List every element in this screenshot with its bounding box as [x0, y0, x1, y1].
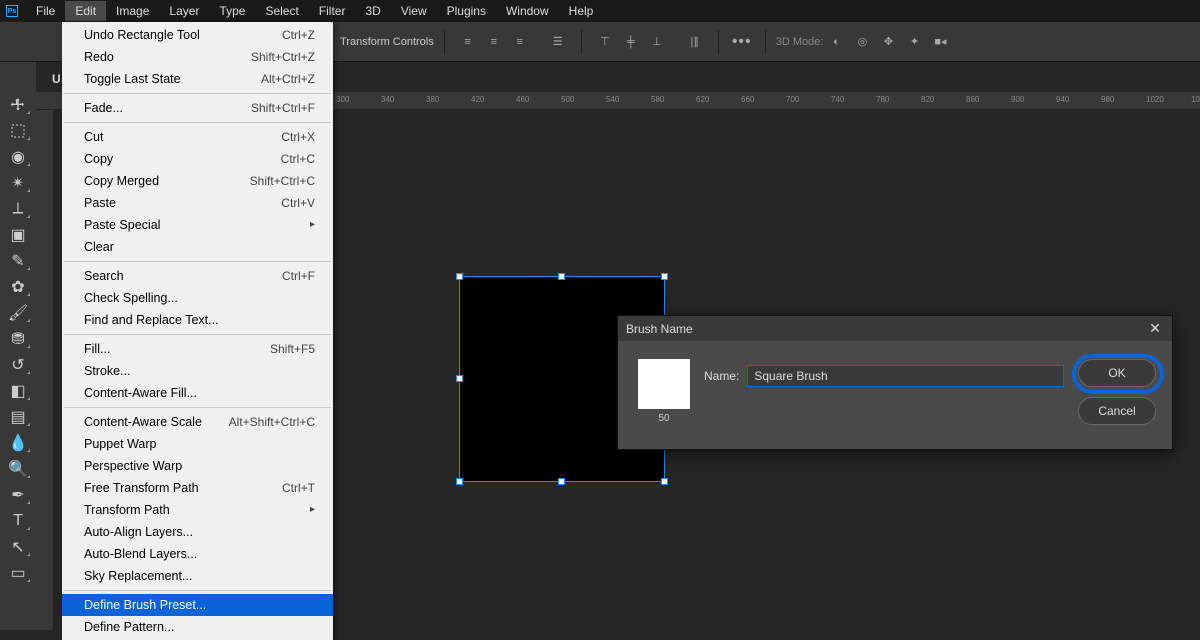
tool-eyedrop[interactable]: ✎ [4, 250, 32, 272]
menu-file[interactable]: File [26, 1, 65, 21]
tool-heal[interactable]: ✿ [4, 276, 32, 298]
menu-item-clear[interactable]: Clear [62, 236, 333, 258]
cancel-button-label: Cancel [1098, 404, 1135, 418]
menu-image[interactable]: Image [106, 1, 159, 21]
menu-select[interactable]: Select [255, 1, 308, 21]
brush-name-dialog: Brush Name ✕ 50 Name: OK Cancel [617, 315, 1173, 450]
menu-item-stroke[interactable]: Stroke... [62, 360, 333, 382]
menu-item-paste-special[interactable]: Paste Special [62, 214, 333, 236]
tool-rect[interactable]: ▭ [4, 562, 32, 584]
menu-item-define-brush-preset[interactable]: Define Brush Preset... [62, 594, 333, 616]
handle-bot-mid[interactable] [558, 478, 565, 485]
menu-item-copy-merged[interactable]: Copy MergedShift+Ctrl+C [62, 170, 333, 192]
tool-crop[interactable]: ⟂ [4, 198, 32, 220]
cancel-button[interactable]: Cancel [1078, 397, 1156, 425]
align-center-h-icon[interactable]: ≡ [483, 31, 505, 53]
tool-path[interactable]: ↖ [4, 536, 32, 558]
align-right-icon[interactable]: ≡ [509, 31, 531, 53]
align-bottom-icon[interactable]: ⊥ [646, 31, 668, 53]
menu-item-toggle-last-state[interactable]: Toggle Last StateAlt+Ctrl+Z [62, 68, 333, 90]
menu-item-content-aware-scale[interactable]: Content-Aware ScaleAlt+Shift+Ctrl+C [62, 411, 333, 433]
tool-lasso[interactable]: ◉ [4, 146, 32, 168]
menu-item-find-and-replace-text[interactable]: Find and Replace Text... [62, 309, 333, 331]
tool-marquee[interactable] [4, 120, 32, 142]
tool-dodge[interactable]: 🔍 [4, 458, 32, 480]
document-tab-initial[interactable]: U [52, 72, 61, 86]
3d-orbit-icon[interactable]: ◐ [825, 31, 847, 53]
tool-move[interactable] [4, 94, 32, 116]
3d-mode-label: 3D Mode: [776, 36, 824, 48]
handle-top-mid[interactable] [558, 273, 565, 280]
tool-gradient[interactable]: ▤ [4, 406, 32, 428]
3d-pan-icon[interactable]: ✥ [877, 31, 899, 53]
tool-wand[interactable]: ✴ [4, 172, 32, 194]
edit-dropdown: Undo Rectangle ToolCtrl+ZRedoShift+Ctrl+… [62, 22, 333, 640]
align-just-icon[interactable]: ☰ [547, 31, 569, 53]
menu-item-free-transform-path[interactable]: Free Transform PathCtrl+T [62, 477, 333, 499]
menu-item-fade[interactable]: Fade...Shift+Ctrl+F [62, 97, 333, 119]
align-left-icon[interactable]: ≡ [457, 31, 479, 53]
tool-eraser[interactable]: ◧ [4, 380, 32, 402]
handle-mid-left[interactable] [456, 375, 463, 382]
transform-controls-label: Transform Controls [340, 36, 434, 48]
close-icon[interactable]: ✕ [1146, 320, 1164, 337]
menu-item-content-aware-fill[interactable]: Content-Aware Fill... [62, 382, 333, 404]
menu-item-sky-replacement[interactable]: Sky Replacement... [62, 565, 333, 587]
distribute-icon[interactable]: |∥ [684, 31, 706, 53]
brush-swatch [638, 359, 690, 409]
menu-item-paste[interactable]: PasteCtrl+V [62, 192, 333, 214]
tool-frame[interactable]: ▣ [4, 224, 32, 246]
toolbar: ◉ ✴ ⟂ ▣ ✎ ✿ 🖌 ⛃ ↺ ◧ ▤ 💧 🔍 ✒ T ↖ ▭ [0, 62, 36, 630]
3d-roll-icon[interactable]: ◎ [851, 31, 873, 53]
menubar: Ps File Edit Image Layer Type Select Fil… [0, 0, 1200, 22]
menu-item-cut[interactable]: CutCtrl+X [62, 126, 333, 148]
brush-name-input[interactable] [747, 365, 1064, 387]
menu-item-define-pattern[interactable]: Define Pattern... [62, 616, 333, 638]
menu-filter[interactable]: Filter [309, 1, 356, 21]
menu-edit[interactable]: Edit [65, 1, 106, 21]
brush-size-label: 50 [638, 413, 690, 424]
tool-brush[interactable]: 🖌 [4, 302, 32, 324]
handle-bot-left[interactable] [456, 478, 463, 485]
menu-3d[interactable]: 3D [355, 1, 390, 21]
menu-item-puppet-warp[interactable]: Puppet Warp [62, 433, 333, 455]
3d-slide-icon[interactable]: ✦ [903, 31, 925, 53]
menu-item-copy[interactable]: CopyCtrl+C [62, 148, 333, 170]
menu-view[interactable]: View [391, 1, 437, 21]
tool-type[interactable]: T [4, 510, 32, 532]
tool-blur[interactable]: 💧 [4, 432, 32, 454]
menu-item-redo[interactable]: RedoShift+Ctrl+Z [62, 46, 333, 68]
app-logo: Ps [6, 5, 18, 17]
name-label: Name: [704, 369, 739, 383]
handle-top-right[interactable] [661, 273, 668, 280]
ok-button-label: OK [1108, 366, 1125, 380]
align-top-icon[interactable]: ⊤ [594, 31, 616, 53]
menu-layer[interactable]: Layer [159, 1, 209, 21]
align-middle-icon[interactable]: ╪ [620, 31, 642, 53]
menu-item-undo-rectangle-tool[interactable]: Undo Rectangle ToolCtrl+Z [62, 24, 333, 46]
menu-help[interactable]: Help [559, 1, 604, 21]
menu-item-perspective-warp[interactable]: Perspective Warp [62, 455, 333, 477]
dialog-titlebar[interactable]: Brush Name ✕ [618, 316, 1172, 341]
menu-type[interactable]: Type [209, 1, 255, 21]
tool-stamp[interactable]: ⛃ [4, 328, 32, 350]
tool-pen[interactable]: ✒ [4, 484, 32, 506]
menu-plugins[interactable]: Plugins [437, 1, 496, 21]
handle-bot-right[interactable] [661, 478, 668, 485]
menu-item-transform-path[interactable]: Transform Path [62, 499, 333, 521]
ok-button[interactable]: OK [1078, 359, 1156, 387]
dialog-title: Brush Name [626, 322, 1146, 336]
menu-window[interactable]: Window [496, 1, 559, 21]
menu-item-check-spelling[interactable]: Check Spelling... [62, 287, 333, 309]
tool-history[interactable]: ↺ [4, 354, 32, 376]
menu-item-search[interactable]: SearchCtrl+F [62, 265, 333, 287]
more-options-icon[interactable]: ••• [731, 31, 753, 53]
menu-item-auto-align-layers[interactable]: Auto-Align Layers... [62, 521, 333, 543]
brush-preview: 50 [638, 359, 690, 424]
menu-item-auto-blend-layers[interactable]: Auto-Blend Layers... [62, 543, 333, 565]
handle-top-left[interactable] [456, 273, 463, 280]
menu-item-fill[interactable]: Fill...Shift+F5 [62, 338, 333, 360]
3d-zoom-icon[interactable]: ■◂ [929, 31, 951, 53]
ruler-vertical [36, 110, 54, 630]
